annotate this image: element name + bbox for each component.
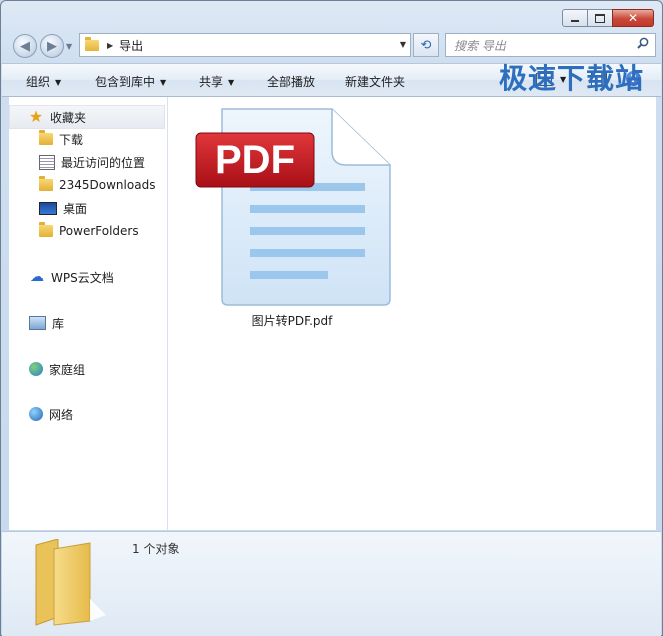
- chevron-down-icon: ▼: [55, 78, 62, 87]
- caption-buttons: ✕: [562, 9, 654, 27]
- breadcrumb-current[interactable]: 导出: [119, 37, 143, 54]
- maximize-icon: [595, 13, 605, 23]
- details-pane: 1 个对象: [2, 531, 661, 636]
- desktop-icon: [39, 201, 57, 215]
- download-folder-icon: [39, 130, 53, 145]
- include-in-library-label: 包含到库中: [95, 75, 156, 89]
- close-button[interactable]: ✕: [612, 9, 654, 27]
- pdf-badge-label: PDF: [215, 137, 295, 182]
- refresh-icon: ⟲: [420, 37, 432, 53]
- watermark-text: 极速下载站: [498, 62, 644, 95]
- include-in-library-button[interactable]: 包含到库中 ▼: [95, 73, 166, 90]
- share-button[interactable]: 共享 ▼: [199, 73, 234, 90]
- recent-pages-dropdown[interactable]: ▼: [66, 42, 72, 51]
- folder-icon: [85, 36, 99, 51]
- network-icon: [29, 407, 43, 421]
- sidebar-item-libraries[interactable]: 库: [9, 312, 165, 334]
- sidebar-item-powerfolders[interactable]: PowerFolders: [9, 220, 165, 242]
- chevron-down-icon: ▼: [228, 78, 235, 87]
- search-input[interactable]: 搜索 导出: [454, 37, 506, 54]
- library-icon: [29, 316, 46, 330]
- play-all-label: 全部播放: [267, 75, 316, 89]
- back-button[interactable]: ◀: [13, 34, 37, 58]
- new-folder-label: 新建文件夹: [345, 75, 406, 89]
- breadcrumb-arrow-icon[interactable]: ▶: [107, 41, 113, 50]
- share-label: 共享: [199, 75, 224, 89]
- refresh-button[interactable]: ⟲: [413, 33, 439, 57]
- sidebar-item-label: 2345Downloads: [59, 178, 156, 192]
- search-icon: [637, 37, 649, 49]
- arrow-left-icon: ◀: [20, 38, 30, 54]
- sidebar-item-homegroup[interactable]: 家庭组: [9, 358, 165, 380]
- item-count: 1 个对象: [132, 542, 180, 556]
- minimize-button[interactable]: [562, 9, 588, 27]
- organize-button[interactable]: 组织 ▼: [26, 73, 61, 90]
- chevron-down-icon: ▼: [160, 78, 167, 87]
- sidebar-item-wps-cloud[interactable]: ☁ WPS云文档: [9, 266, 165, 288]
- sidebar-item-label: 库: [52, 316, 65, 331]
- new-folder-button[interactable]: 新建文件夹: [345, 73, 405, 90]
- sidebar-item-label: 网络: [49, 407, 74, 422]
- sidebar-item-downloads[interactable]: 下载: [9, 128, 165, 150]
- search-box[interactable]: 搜索 导出: [445, 33, 656, 57]
- forward-button[interactable]: ▶: [40, 34, 64, 58]
- arrow-right-icon: ▶: [47, 38, 57, 54]
- folder-icon: [39, 176, 53, 191]
- sidebar-item-network[interactable]: 网络: [9, 403, 165, 425]
- organize-label: 组织: [26, 75, 51, 89]
- star-icon: ★: [28, 107, 44, 126]
- address-dropdown-icon[interactable]: ▼: [400, 40, 406, 49]
- sidebar-item-label: 桌面: [63, 201, 88, 216]
- cloud-icon: ☁: [30, 269, 44, 285]
- play-all-button[interactable]: 全部播放: [267, 73, 315, 90]
- file-item[interactable]: PDF 图片转PDF.pdf: [192, 103, 392, 335]
- folder-icon: [35, 539, 106, 626]
- maximize-button[interactable]: [587, 9, 613, 27]
- homegroup-icon: [29, 362, 43, 376]
- file-list: PDF 图片转PDF.pdf: [168, 97, 656, 530]
- sidebar-item-recent-places[interactable]: 最近访问的位置: [9, 151, 165, 173]
- sidebar-item-desktop[interactable]: 桌面: [9, 197, 165, 219]
- close-icon: ✕: [627, 11, 639, 25]
- file-name[interactable]: 图片转PDF.pdf: [192, 312, 392, 329]
- folder-icon: [39, 222, 53, 237]
- sidebar-item-label: 收藏夹: [50, 110, 87, 125]
- minimize-icon: [571, 20, 579, 22]
- sidebar-item-2345downloads[interactable]: 2345Downloads: [9, 174, 165, 196]
- navigation-pane: ★ 收藏夹 下载 最近访问的位置 2345Downloads 桌面 PowerF…: [9, 97, 168, 530]
- sidebar-item-favorites[interactable]: ★ 收藏夹: [9, 105, 165, 129]
- sidebar-item-label: 家庭组: [49, 362, 86, 377]
- explorer-window: ✕ ◀ ▶ ▼ ▶ 导出 ▼ ⟲ 搜索 导出 组织 ▼ 包含到库中 ▼ 共享 ▼ 全部…: [0, 0, 663, 636]
- sidebar-item-label: PowerFolders: [59, 224, 139, 238]
- sidebar-item-label: 下载: [59, 132, 84, 147]
- recent-places-icon: [39, 154, 55, 170]
- address-bar[interactable]: ▶ 导出 ▼: [79, 33, 411, 57]
- sidebar-item-label: WPS云文档: [51, 270, 114, 285]
- sidebar-item-label: 最近访问的位置: [61, 155, 146, 170]
